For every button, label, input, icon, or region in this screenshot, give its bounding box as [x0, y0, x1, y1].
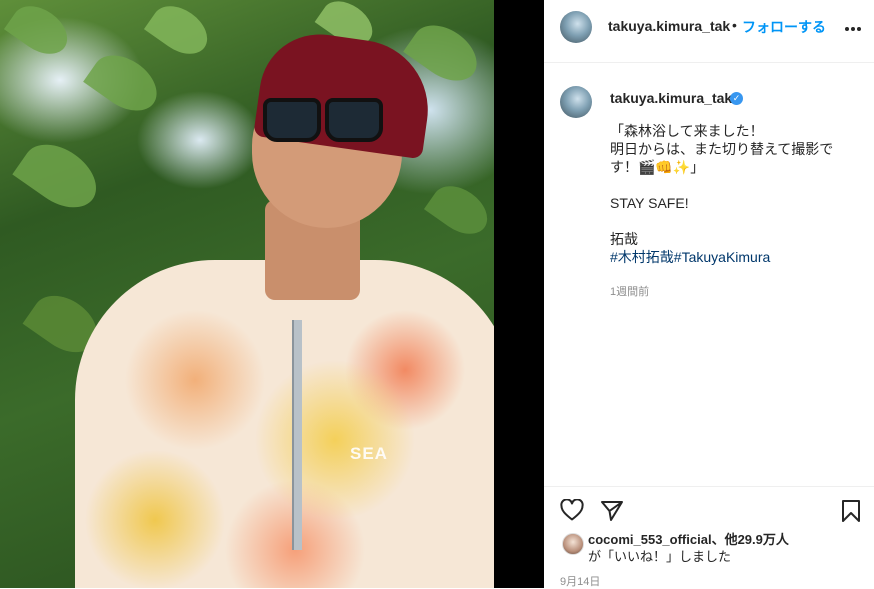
caption-line: 明日からは、また切り替えて撮影です！🎬👊✨」 — [610, 141, 834, 175]
relative-time[interactable]: 1週間前 — [610, 283, 649, 299]
likes-summary: cocomi_553_official、他29.9万人 が「いいね！」しました — [588, 531, 789, 565]
leaf-decoration — [83, 44, 167, 122]
action-bar: cocomi_553_official、他29.9万人 が「いいね！」しました … — [544, 486, 874, 589]
heart-icon[interactable] — [560, 498, 584, 526]
leaf-decoration — [143, 0, 217, 64]
post-header: takuya.kimura_tak • フォローする — [544, 0, 874, 63]
caption-avatar[interactable] — [560, 86, 592, 118]
glasses-lens — [263, 98, 321, 142]
caption-line: 「森林浴して来ました！ — [610, 123, 764, 139]
post-date[interactable]: 9月14日 — [560, 573, 600, 589]
check-badge-icon: ✓ — [730, 92, 743, 105]
leaf-decoration — [12, 131, 108, 221]
jacket-print: SEA — [350, 444, 388, 463]
post-side-panel: takuya.kimura_tak • フォローする takuya.kimura… — [544, 0, 874, 588]
liker-username[interactable]: cocomi_553_official — [588, 532, 712, 547]
hashtag-link[interactable]: #木村拓哉 — [610, 249, 674, 265]
follow-button[interactable]: フォローする — [742, 17, 826, 37]
caption-spacer — [610, 212, 850, 230]
caption-text: 「森林浴して来ました！ 明日からは、また切り替えて撮影です！🎬👊✨」 STAY … — [610, 122, 850, 266]
glasses-lens — [325, 98, 383, 142]
post-photo[interactable]: SEA — [0, 0, 494, 588]
more-options-icon[interactable] — [844, 16, 862, 37]
leaf-decoration — [3, 0, 77, 64]
share-icon[interactable] — [600, 499, 624, 528]
tie-dye-jacket — [75, 260, 494, 588]
caption-line: 拓哉 — [610, 231, 638, 247]
hashtag-link[interactable]: #TakuyaKimura — [674, 249, 771, 265]
hashtags: #木村拓哉#TakuyaKimura — [610, 248, 850, 266]
header-separator: • — [732, 17, 737, 33]
likes-others[interactable]: 、他29.9万人 — [712, 532, 789, 547]
caption-line: STAY SAFE! — [610, 195, 689, 211]
bookmark-icon[interactable] — [841, 499, 861, 528]
caption-username[interactable]: takuya.kimura_tak — [610, 90, 732, 106]
glasses — [263, 98, 383, 142]
photo-gutter — [494, 0, 544, 588]
leaf-decoration — [423, 176, 494, 244]
caption-spacer — [610, 176, 850, 194]
jacket-zipper — [292, 320, 302, 550]
header-username[interactable]: takuya.kimura_tak — [608, 18, 730, 34]
avatar[interactable] — [560, 11, 592, 43]
liker-avatar[interactable] — [562, 533, 584, 555]
likes-suffix: が「いいね！」しました — [588, 549, 732, 564]
